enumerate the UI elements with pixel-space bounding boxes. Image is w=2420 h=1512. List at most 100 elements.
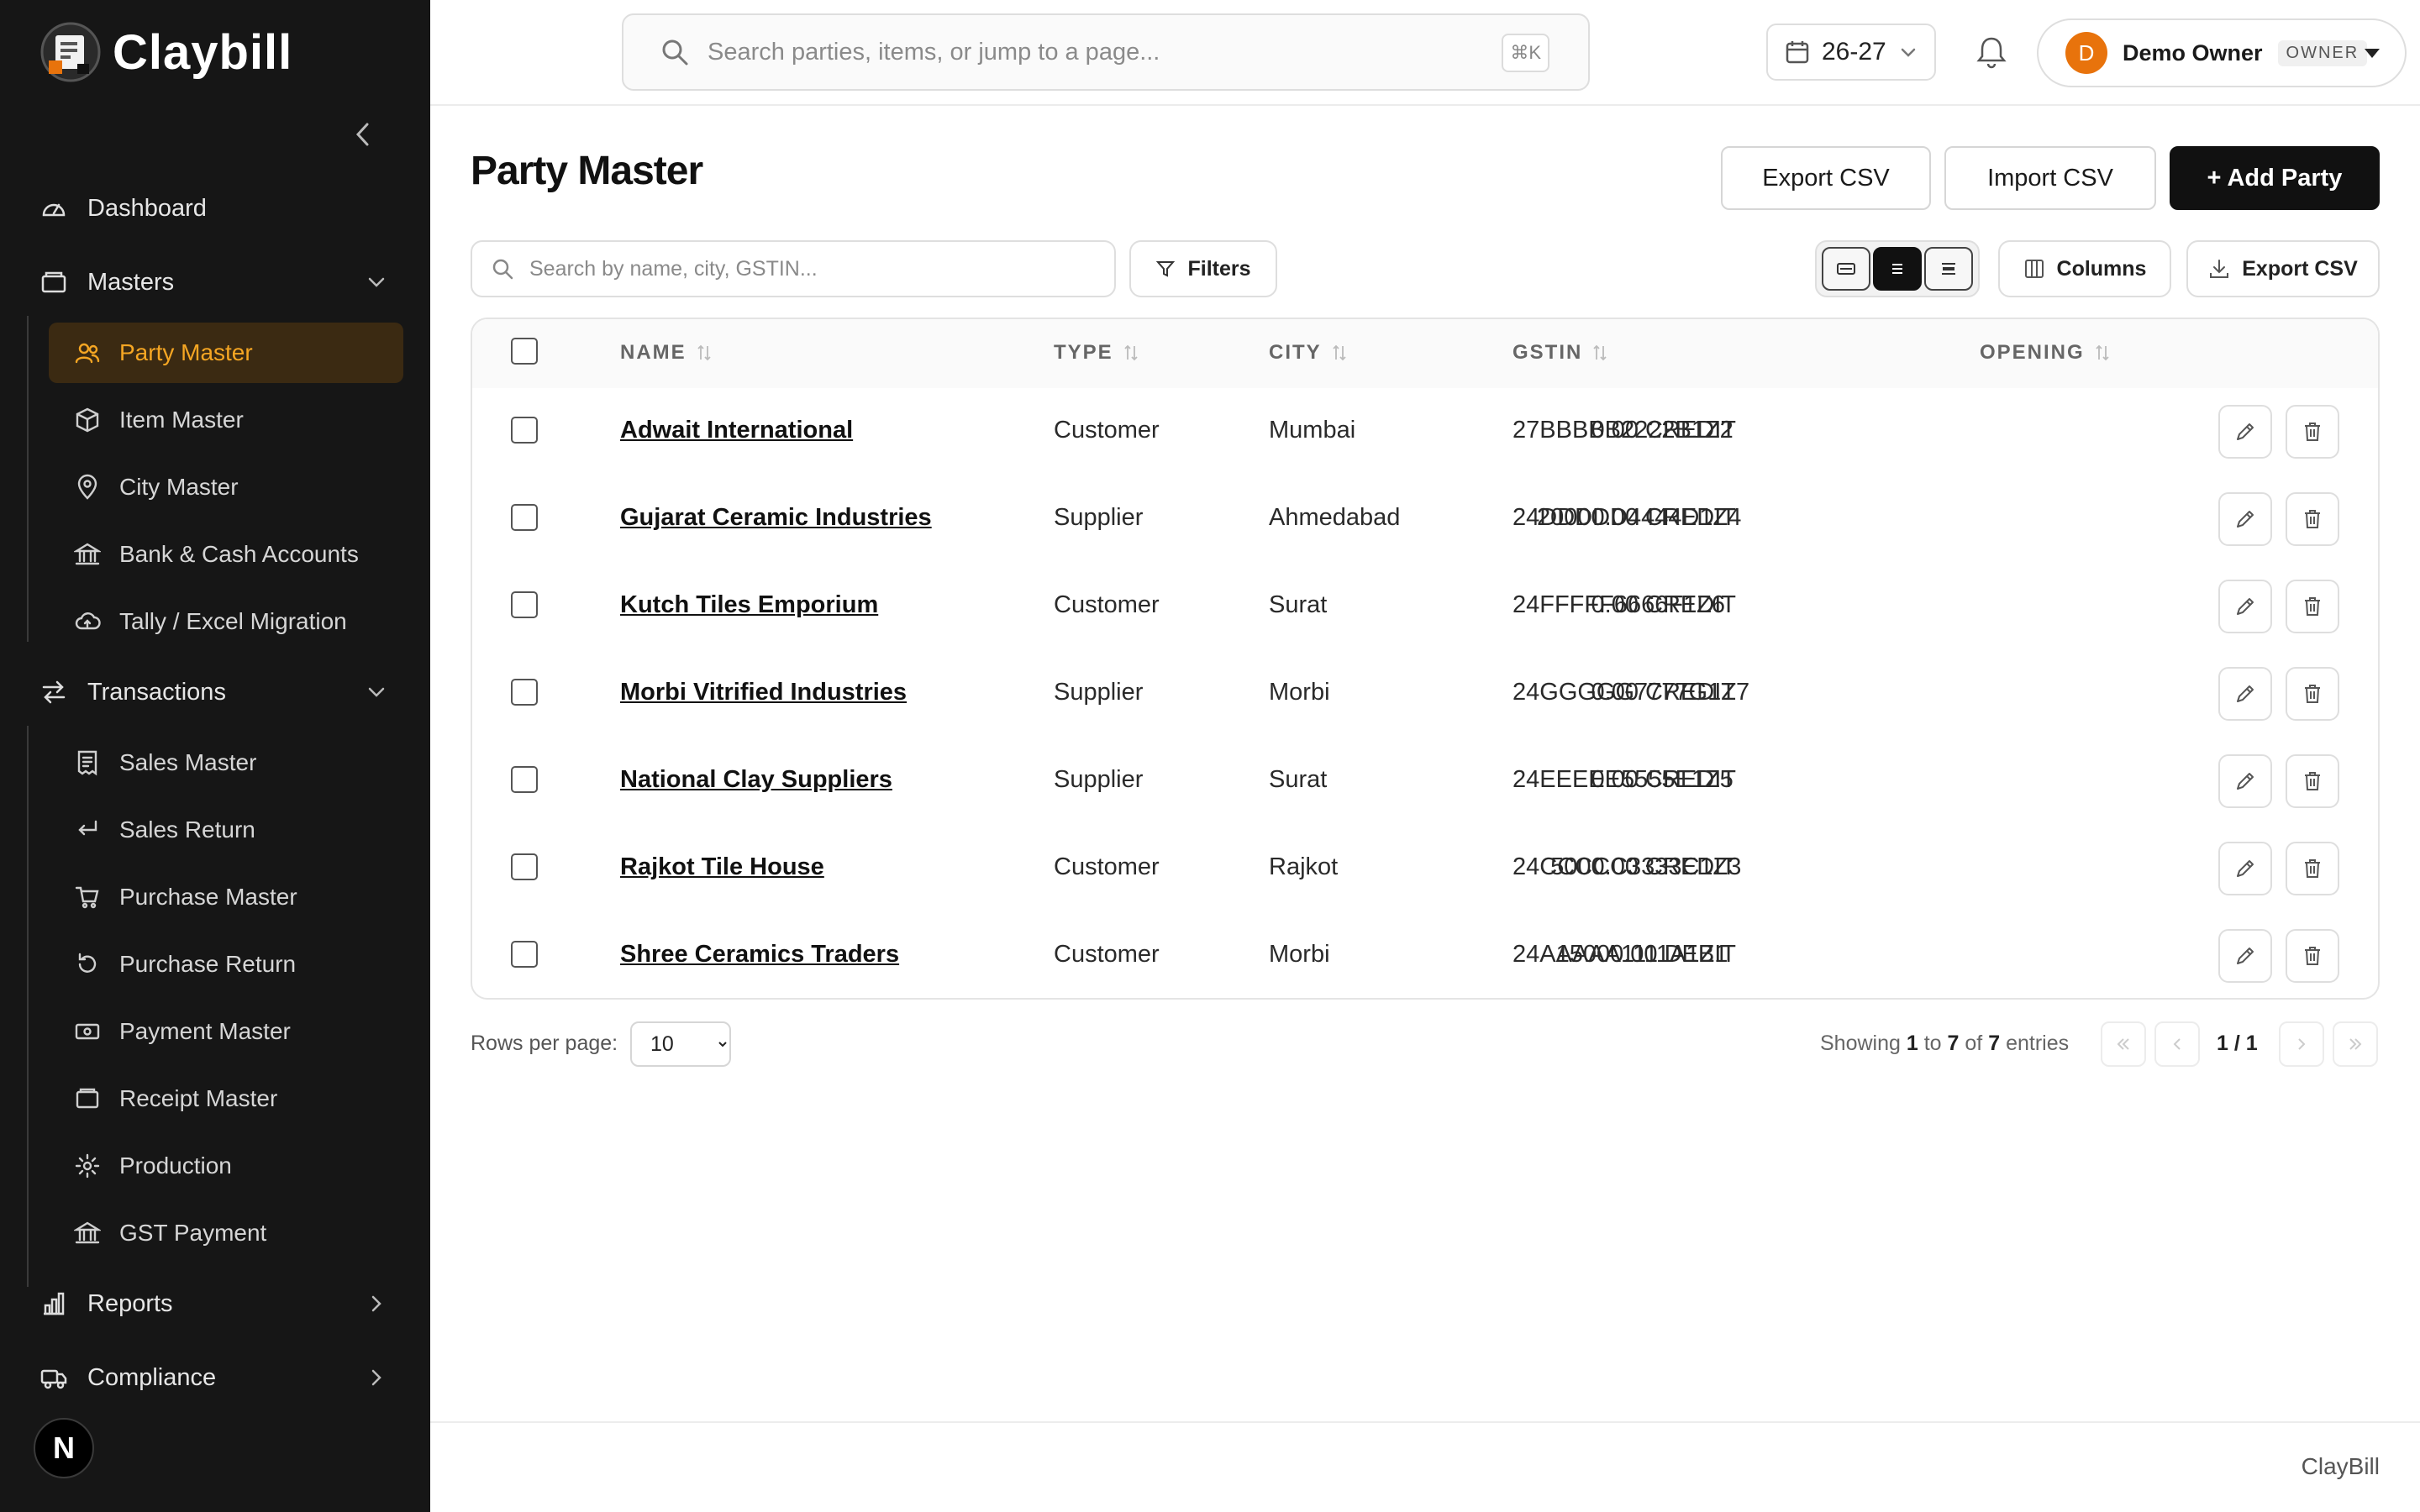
party-name-link[interactable]: Morbi Vitrified Industries (620, 679, 907, 706)
filters-button[interactable]: Filters (1129, 240, 1277, 297)
sidebar-item-city-master[interactable]: City Master (49, 457, 403, 517)
pencil-icon (2237, 685, 2254, 702)
trash-icon (2305, 510, 2320, 528)
nav-group-transactions[interactable]: Transactions (40, 665, 390, 719)
sidebar-item-item-master[interactable]: Item Master (49, 390, 403, 450)
density-toggle (1815, 240, 1980, 297)
delete-button[interactable] (2286, 929, 2339, 983)
density-compact-option[interactable] (1822, 247, 1870, 291)
pencil-icon (2237, 773, 2254, 790)
delete-button[interactable] (2286, 405, 2339, 459)
edit-button[interactable] (2218, 842, 2272, 895)
add-party-button[interactable]: + Add Party (2170, 146, 2380, 210)
sidebar-item-purchase-return[interactable]: Purchase Return (49, 934, 403, 995)
nav-group-transactions-label: Transactions (87, 678, 226, 706)
last-page-button[interactable] (2333, 1021, 2378, 1067)
delete-button[interactable] (2286, 492, 2339, 546)
showing-total: 7 (1988, 1032, 2001, 1055)
transactions-tree-line (27, 726, 29, 1287)
sidebar-item-tally-excel-migration[interactable]: Tally / Excel Migration (49, 591, 403, 652)
row-checkbox[interactable] (511, 853, 538, 880)
page-indicator: 1 / 1 (2217, 1032, 2258, 1055)
global-search-input[interactable] (708, 38, 1514, 66)
sidebar-item-production[interactable]: Production (49, 1136, 403, 1196)
sidebar-item-party-master[interactable]: Party Master (49, 323, 403, 383)
density-comfortable-option[interactable] (1924, 247, 1973, 291)
table-row: Gujarat Ceramic Industries Supplier Ahmeda… (472, 475, 2378, 563)
fiscal-year-select[interactable]: 26-27 (1766, 24, 1936, 81)
row-checkbox[interactable] (511, 591, 538, 618)
party-name-link[interactable]: National Clay Suppliers (620, 766, 892, 794)
nav-group-reports[interactable]: Reports (40, 1277, 390, 1331)
delete-button[interactable] (2286, 667, 2339, 721)
user-menu[interactable]: D Demo Owner OWNER (2037, 18, 2407, 87)
party-name-link[interactable]: Rajkot Tile House (620, 853, 824, 881)
bell-icon[interactable] (1973, 34, 2010, 71)
edit-button[interactable] (2218, 929, 2272, 983)
sort-icon (1124, 344, 1138, 361)
cloud-upload-icon (75, 612, 101, 630)
columns-button[interactable]: Columns (1998, 240, 2171, 297)
nav-group-compliance[interactable]: Compliance (40, 1351, 390, 1404)
edit-button[interactable] (2218, 667, 2272, 721)
export-csv-button[interactable]: Export CSV (1721, 146, 1931, 210)
sidebar-item-sales-return[interactable]: Sales Return (49, 800, 403, 860)
search-icon (492, 259, 513, 280)
row-checkbox[interactable] (511, 504, 538, 531)
row-checkbox[interactable] (511, 766, 538, 793)
first-page-button[interactable] (2101, 1021, 2146, 1067)
column-header-name[interactable]: NAME (620, 341, 712, 365)
select-all-checkbox[interactable] (511, 338, 538, 365)
sidebar-item-sales-master[interactable]: Sales Master (49, 732, 403, 793)
column-header-type[interactable]: TYPE (1054, 341, 1139, 365)
sidebar-item-gst-payment[interactable]: GST Payment (49, 1203, 403, 1263)
edit-button[interactable] (2218, 580, 2272, 633)
nav-group-masters[interactable]: Masters (40, 255, 390, 309)
rows-per-page-select[interactable]: 10 (630, 1021, 731, 1067)
global-search[interactable]: ⌘K (622, 13, 1590, 91)
nav-item-label: GST Payment (119, 1220, 267, 1246)
delete-button[interactable] (2286, 580, 2339, 633)
party-name-link[interactable]: Shree Ceramics Traders (620, 941, 899, 969)
nav-dashboard[interactable]: Dashboard (40, 181, 390, 235)
import-csv-button[interactable]: Import CSV (1944, 146, 2156, 210)
edit-button[interactable] (2218, 754, 2272, 808)
row-checkbox[interactable] (511, 417, 538, 444)
density-normal-option[interactable] (1873, 247, 1922, 291)
sidebar-item-receipt-master[interactable]: Receipt Master (49, 1068, 403, 1129)
next-badge[interactable]: N (34, 1418, 94, 1478)
table-search[interactable] (471, 240, 1116, 297)
collapse-sidebar-button[interactable] (346, 114, 380, 155)
table-export-button[interactable]: Export CSV (2186, 240, 2380, 297)
trash-icon (2305, 859, 2320, 878)
brand[interactable]: Claybill (40, 22, 292, 82)
table-search-input[interactable] (529, 256, 1101, 281)
prev-page-button[interactable] (2154, 1021, 2200, 1067)
next-page-button[interactable] (2279, 1021, 2324, 1067)
party-type: Supplier (1054, 766, 1144, 793)
sidebar-item-payment-master[interactable]: Payment Master (49, 1001, 403, 1062)
nav-item-label: Production (119, 1152, 232, 1179)
arrows-swap-icon (42, 680, 66, 704)
sidebar-item-bank-cash-accounts[interactable]: Bank & Cash Accounts (49, 524, 403, 585)
sidebar-item-purchase-master[interactable]: Purchase Master (49, 867, 403, 927)
bank-icon (74, 1221, 101, 1244)
receipt-icon (77, 750, 97, 776)
sort-icon (697, 344, 711, 361)
chevron-right-icon (371, 1369, 381, 1386)
party-city: Surat (1269, 766, 1328, 793)
row-checkbox[interactable] (511, 941, 538, 968)
column-header-city[interactable]: CITY (1269, 341, 1347, 365)
row-checkbox[interactable] (511, 679, 538, 706)
delete-button[interactable] (2286, 754, 2339, 808)
party-name-link[interactable]: Gujarat Ceramic Industries (620, 504, 932, 532)
delete-button[interactable] (2286, 842, 2339, 895)
edit-button[interactable] (2218, 405, 2272, 459)
column-header-opening[interactable]: OPENING (1980, 341, 2110, 365)
party-name-link[interactable]: Kutch Tiles Emporium (620, 591, 878, 619)
nav-item-label: Tally / Excel Migration (119, 608, 347, 634)
columns-icon (2024, 260, 2044, 278)
edit-button[interactable] (2218, 492, 2272, 546)
party-name-link[interactable]: Adwait International (620, 417, 853, 444)
column-header-gstin[interactable]: GSTIN (1512, 341, 1607, 365)
